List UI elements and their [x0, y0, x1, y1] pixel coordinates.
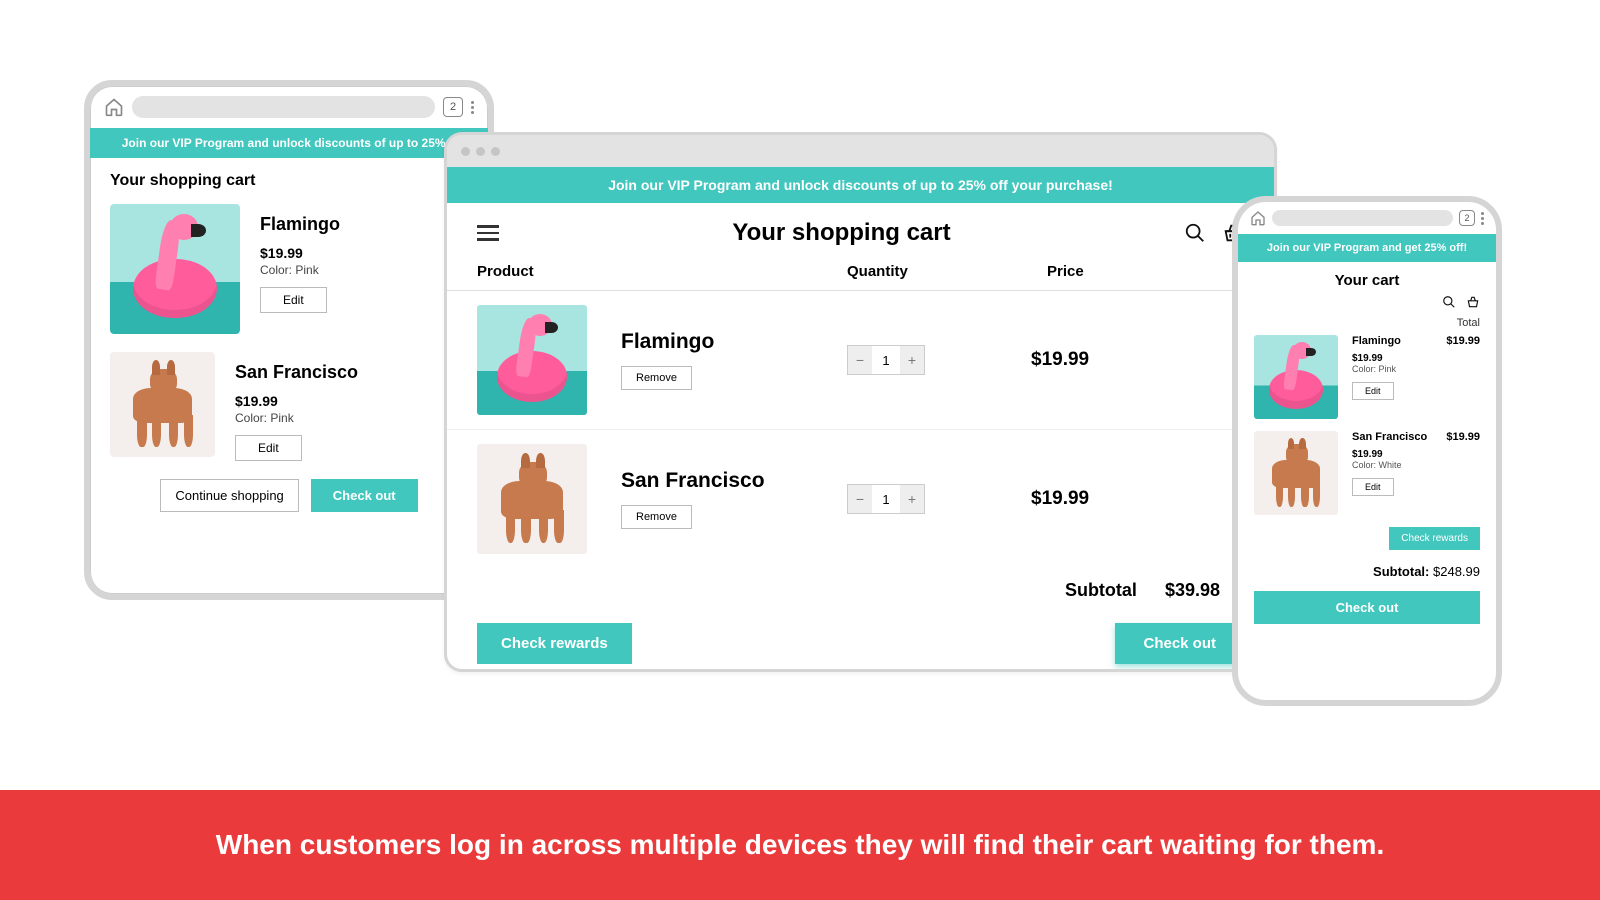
table-row: Flamingo Remove − 1 + $19.99: [447, 291, 1274, 430]
qty-increase-button[interactable]: +: [900, 485, 924, 513]
product-color: Color: Pink: [1352, 364, 1480, 374]
qty-value: 1: [872, 353, 900, 368]
total-column-label: Total: [1238, 317, 1496, 329]
marketing-caption: When customers log in across multiple de…: [0, 790, 1600, 900]
cart-item: San Francisco $19.99 $19.99 Color: White…: [1238, 425, 1496, 521]
edit-button[interactable]: Edit: [235, 435, 302, 461]
table-row: San Francisco Remove − 1 + $19.99: [447, 430, 1274, 568]
qty-value: 1: [872, 492, 900, 507]
edit-button[interactable]: Edit: [1352, 478, 1394, 496]
remove-button[interactable]: Remove: [621, 505, 692, 529]
col-price: Price: [1047, 263, 1244, 280]
product-color: Color: Pink: [235, 411, 358, 425]
tablet-browser-bar: 2: [90, 86, 488, 128]
cart-title: Your shopping cart: [110, 172, 468, 190]
edit-button[interactable]: Edit: [1352, 382, 1394, 400]
remove-button[interactable]: Remove: [621, 366, 692, 390]
tab-count-badge[interactable]: 2: [443, 97, 463, 117]
continue-shopping-button[interactable]: Continue shopping: [160, 479, 298, 512]
subtotal-label: Subtotal:: [1373, 564, 1429, 579]
marketing-caption-text: When customers log in across multiple de…: [216, 829, 1384, 861]
col-product: Product: [477, 263, 847, 280]
subtotal-label: Subtotal: [1065, 580, 1137, 601]
cart-title: Your shopping cart: [732, 219, 950, 247]
product-name: San Francisco: [1352, 431, 1427, 443]
cart-title: Your cart: [1238, 272, 1496, 289]
cart-item: Flamingo $19.99 $19.99 Color: Pink Edit: [1238, 329, 1496, 425]
quantity-stepper: − 1 +: [847, 345, 925, 375]
product-name: Flamingo: [260, 214, 340, 235]
product-image: [1254, 335, 1338, 419]
check-rewards-button[interactable]: Check rewards: [1389, 527, 1480, 550]
phone-browser-bar: 2: [1238, 202, 1496, 234]
basket-icon[interactable]: [1466, 295, 1480, 309]
checkout-button[interactable]: Check out: [1254, 591, 1480, 624]
product-price: $19.99: [1352, 449, 1480, 460]
home-icon[interactable]: [104, 97, 124, 117]
checkout-button[interactable]: Check out: [1115, 623, 1244, 664]
line-price: $19.99: [1031, 349, 1089, 371]
product-name: Flamingo: [1352, 335, 1401, 347]
desktop-window: Join our VIP Program and unlock discount…: [444, 132, 1277, 672]
product-color: Color: White: [1352, 460, 1480, 470]
product-price: $19.99: [235, 393, 358, 409]
kebab-menu-icon[interactable]: [1481, 212, 1484, 225]
url-bar[interactable]: [132, 96, 435, 118]
subtotal-value: $248.99: [1433, 564, 1480, 579]
table-header: Product Quantity Price: [447, 263, 1274, 291]
checkout-button[interactable]: Check out: [311, 479, 418, 512]
hamburger-menu-icon[interactable]: [477, 225, 499, 241]
product-color: Color: Pink: [260, 263, 340, 277]
product-image: [110, 204, 240, 334]
promo-banner: Join our VIP Program and get 25% off!: [1238, 234, 1496, 262]
tab-count-badge[interactable]: 2: [1459, 210, 1475, 226]
window-traffic-lights: [447, 135, 1274, 167]
home-icon[interactable]: [1250, 210, 1266, 226]
col-quantity: Quantity: [847, 263, 1047, 280]
product-image: [477, 444, 587, 554]
qty-decrease-button[interactable]: −: [848, 346, 872, 374]
line-total: $19.99: [1446, 431, 1480, 443]
cart-item: San Francisco $19.99 Color: Pink Edit: [110, 352, 468, 461]
product-image: [477, 305, 587, 415]
phone-device: 2 Join our VIP Program and get 25% off! …: [1232, 196, 1502, 706]
cart-item: Flamingo $19.99 Color: Pink Edit: [110, 204, 468, 334]
kebab-menu-icon[interactable]: [471, 101, 474, 114]
product-name: San Francisco: [621, 469, 847, 493]
qty-increase-button[interactable]: +: [900, 346, 924, 374]
check-rewards-button[interactable]: Check rewards: [477, 623, 632, 664]
search-icon[interactable]: [1442, 295, 1456, 309]
url-bar[interactable]: [1272, 210, 1453, 226]
promo-banner: Join our VIP Program and unlock discount…: [447, 167, 1274, 203]
product-price: $19.99: [1352, 353, 1480, 364]
product-image: [110, 352, 215, 457]
edit-button[interactable]: Edit: [260, 287, 327, 313]
qty-decrease-button[interactable]: −: [848, 485, 872, 513]
tablet-device: 2 Join our VIP Program and unlock discou…: [84, 80, 494, 600]
promo-banner: Join our VIP Program and unlock discount…: [90, 128, 488, 158]
product-name: San Francisco: [235, 362, 358, 383]
product-price: $19.99: [260, 245, 340, 261]
quantity-stepper: − 1 +: [847, 484, 925, 514]
subtotal-value: $39.98: [1165, 580, 1220, 601]
line-price: $19.99: [1031, 488, 1089, 510]
search-icon[interactable]: [1184, 222, 1206, 244]
line-total: $19.99: [1446, 335, 1480, 347]
product-image: [1254, 431, 1338, 515]
product-name: Flamingo: [621, 330, 847, 354]
